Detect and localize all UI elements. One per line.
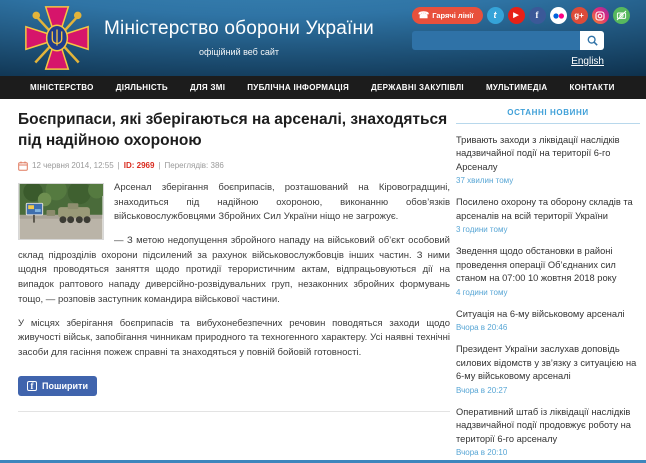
news-title: Зведення щодо обстановки в районі провед… [456,246,617,284]
site-subtitle: офіційний веб сайт [198,47,279,57]
news-title: Оперативний штаб із ліквідації наслідків… [456,406,631,444]
article-meta: 12 червня 2014, 12:55 | ID: 2969 | Перег… [18,161,450,171]
article-divider [18,410,450,412]
news-title: Посилено охорону та оборону складів та а… [456,197,633,221]
article-paragraph: У місцях зберігання боєприпасів та вибух… [18,317,450,359]
google-plus-icon[interactable]: g+ [570,7,588,24]
instagram-icon[interactable] [591,7,609,24]
news-item[interactable]: Оперативний штаб із ліквідації наслідків… [456,406,640,457]
english-language-link[interactable]: English [571,56,604,67]
meta-separator: | [158,161,161,171]
article-body: Арсенал зберігання боєприпасів, розташов… [18,181,450,361]
latest-news-heading: ОСТАННІ НОВИНИ [456,108,640,124]
search-input[interactable] [412,31,580,50]
phone-icon: ☎ [418,10,430,20]
news-timestamp: Вчора в 20:46 [456,323,508,333]
news-timestamp: Вчора в 20:10 [456,448,508,458]
news-item[interactable]: Президент України заслухав доповідь сило… [456,343,640,394]
nav-item-ministry[interactable]: МІНІСТЕРСТВО [19,83,105,92]
site-title: Міністерство оборони України [104,18,374,39]
flickr-icon[interactable] [549,7,567,24]
latest-news-sidebar: ОСТАННІ НОВИНИ Тривають заходи з ліквіда… [456,108,640,463]
news-timestamp: 4 години тому [456,287,508,297]
article-photo-armored-vehicle[interactable] [18,182,104,240]
news-item[interactable]: Ситуація на 6-му військовому арсеналі Вч… [456,308,640,332]
hotline-label: Гарячі лінії [432,11,474,20]
news-item[interactable]: Зведення щодо обстановки в районі провед… [456,245,640,296]
calendar-icon [18,161,28,171]
search-button[interactable] [580,31,604,50]
twitter-icon[interactable]: t [486,7,504,24]
share-label: Поширити [42,380,88,391]
no-camera-icon[interactable] [612,7,630,24]
news-title: Ситуація на 6-му військовому арсеналі [456,308,625,319]
nav-item-procurement[interactable]: ДЕРЖАВНІ ЗАКУПІВЛІ [360,83,475,92]
news-timestamp: 37 хвилин тому [456,176,514,186]
social-links-row: ☎ Гарячі лінії t ▶ f g+ [412,7,630,24]
news-timestamp: 3 години тому [456,225,508,235]
search-icon [587,35,598,46]
nav-item-for-media[interactable]: ДЛЯ ЗМІ [179,83,236,92]
article-paragraph: — З метою недопущення збройного нападу н… [18,235,450,305]
article-views: Переглядів: 386 [164,161,224,171]
facebook-icon[interactable]: f [528,7,546,24]
news-title: Президент України заслухав доповідь сило… [456,344,637,382]
emblem-icon [25,6,89,70]
meta-separator: | [117,161,120,171]
article-date: 12 червня 2014, 12:55 [32,161,114,171]
search-bar [412,31,604,50]
nav-item-public-info[interactable]: ПУБЛІЧНА ІНФОРМАЦІЯ [236,83,360,92]
mod-ukraine-emblem-logo[interactable] [24,5,90,76]
news-timestamp: Вчора в 20:27 [456,385,508,395]
article-title: Боєприпаси, які зберігаються на арсеналі… [18,111,448,149]
nav-item-contacts[interactable]: КОНТАКТИ [558,83,625,92]
youtube-icon[interactable]: ▶ [507,7,525,24]
nav-item-activity[interactable]: ДІЯЛЬНІСТЬ [105,83,179,92]
article: Боєприпаси, які зберігаються на арсеналі… [18,108,450,463]
facebook-share-button[interactable]: f Поширити [18,375,97,396]
site-header: Міністерство оборони України офіційний в… [0,0,646,76]
news-item[interactable]: Посилено охорону та оборону складів та а… [456,196,640,234]
news-item[interactable]: Тривають заходи з ліквідації наслідків н… [456,134,640,185]
nav-item-multimedia[interactable]: МУЛЬТИМЕДІА [475,83,559,92]
news-title: Тривають заходи з ліквідації наслідків н… [456,135,620,172]
main-nav: МІНІСТЕРСТВО ДІЯЛЬНІСТЬ ДЛЯ ЗМІ ПУБЛІЧНА… [0,76,646,99]
facebook-icon: f [27,380,37,391]
article-id: ID: 2969 [123,161,155,171]
hotline-button[interactable]: ☎ Гарячі лінії [412,7,483,24]
